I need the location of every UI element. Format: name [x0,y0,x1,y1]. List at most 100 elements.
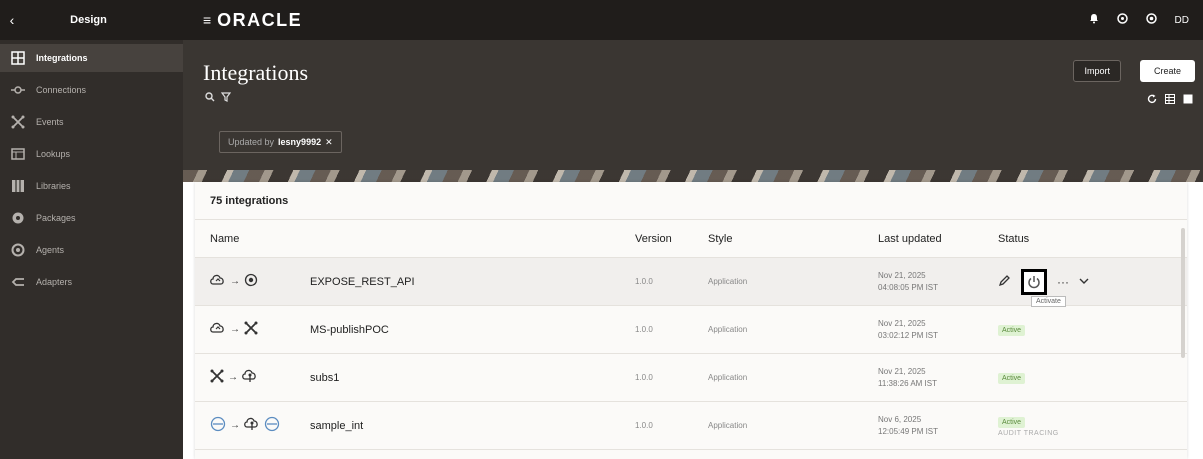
table-row[interactable]: → subs1 1.0.0 Application Nov 21, 2025 1… [195,354,1187,402]
sidebar-item-lookups[interactable]: Lookups [0,140,183,168]
page-header: Integrations Updated by lesny9992 ✕ Impo… [183,40,1203,182]
cloud-connection-icon [242,369,258,386]
rest-trigger-icon [210,273,226,290]
integration-version: 1.0.0 [635,325,653,334]
sidebar-item-label: Connections [36,85,87,95]
status-badge: Active [998,416,1026,428]
sidebar-title: Design [70,14,107,26]
packages-icon [10,210,26,226]
sidebar-item-libraries[interactable]: Libraries [0,172,183,200]
view-tools [1147,94,1193,107]
event-icon [210,369,224,386]
back-chevron-icon[interactable]: ‹ [0,12,24,28]
filter-chip: Updated by lesny9992 ✕ [219,131,342,153]
lookups-icon [10,146,26,162]
sidebar-item-label: Integrations [36,53,88,63]
app-root: ‹ Design Integrations Connections Events [0,0,1203,459]
create-button[interactable]: Create [1139,60,1195,82]
sidebar-item-connections[interactable]: Connections [0,76,183,104]
table-header: Name Version Style Last updated Status [195,220,1187,258]
sidebar-item-label: Events [36,117,64,127]
integration-name[interactable]: EXPOSE_REST_API [310,276,415,288]
sidebar: ‹ Design Integrations Connections Events [0,0,183,459]
integrations-icon [10,50,26,66]
help-icon[interactable] [1116,13,1128,27]
integration-style: Application [708,373,748,382]
integration-name[interactable]: sample_int [310,420,363,432]
status-badge: Active [998,373,1026,384]
last-updated: Nov 21, 2025 11:38:26 AM IST [878,366,937,388]
sidebar-item-label: Adapters [36,277,73,287]
table-row[interactable]: → sample_int 1.0.0 Application Nov 6, 20… [195,402,1187,450]
arrow-icon: → [230,420,240,431]
header-tools [205,92,232,105]
integration-style: Application [708,277,748,286]
chevron-down-icon[interactable] [1079,276,1089,287]
more-options-icon[interactable]: ··· [1057,275,1069,289]
integration-pattern: → [210,273,310,290]
table-row[interactable]: → EXPOSE_REST_API 1.0.0 Application Nov … [195,258,1187,307]
column-header-version[interactable]: Version [635,233,708,245]
schedule-icon [264,416,280,435]
audit-tracing-label: AUDIT TRACING [998,429,1059,437]
list-view-icon[interactable] [1165,94,1175,107]
integration-version: 1.0.0 [635,373,653,382]
sidebar-item-events[interactable]: Events [0,108,183,136]
target-icon [244,273,258,290]
integration-pattern: → [210,321,310,338]
notification-icon[interactable] [1089,13,1099,27]
sidebar-item-label: Lookups [36,149,71,159]
integration-version: 1.0.0 [635,277,653,286]
grid-view-icon[interactable] [1183,94,1193,107]
activate-tooltip: Activate [1031,295,1066,307]
integration-version: 1.0.0 [635,421,653,430]
sidebar-header: ‹ Design [0,0,183,40]
integration-name[interactable]: subs1 [310,372,339,384]
sidebar-item-label: Packages [36,213,76,223]
sidebar-item-packages[interactable]: Packages [0,204,183,232]
column-header-last-updated[interactable]: Last updated [878,233,998,245]
libraries-icon [10,178,26,194]
close-icon[interactable]: ✕ [325,137,333,148]
last-updated: Nov 21, 2025 03:02:12 PM IST [878,318,939,340]
integration-name[interactable]: MS-publishPOC [310,324,389,336]
search-icon[interactable] [205,92,215,105]
sidebar-item-agents[interactable]: Agents [0,236,183,264]
page-title: Integrations [203,60,309,85]
cloud-connection-icon [244,417,260,434]
top-bar: ≡ ORACLE DD [183,0,1203,40]
table-row[interactable]: → MS-publishPOC 1.0.0 Application Nov 21… [195,306,1187,354]
last-updated: Nov 21, 2025 04:08:05 PM IST [878,270,939,292]
last-updated: Nov 6, 2025 12:05:49 PM IST [878,414,939,436]
header-decoration [183,170,1203,182]
filter-chip-value: lesny9992 [278,137,322,147]
integration-style: Application [708,421,748,430]
scrollbar[interactable] [1181,228,1185,358]
sidebar-item-label: Agents [36,245,65,255]
filter-chip-label: Updated by [228,137,275,147]
settings-icon[interactable] [1145,13,1157,27]
event-icon [244,321,258,338]
edit-icon[interactable] [998,274,1011,290]
column-header-name[interactable]: Name [195,233,635,245]
integration-pattern: → [210,369,310,386]
refresh-icon[interactable] [1147,94,1157,107]
activate-power-icon[interactable] [1021,268,1047,295]
sidebar-item-adapters[interactable]: Adapters [0,268,183,296]
integrations-table: 75 integrations Name Version Style Last … [195,182,1187,459]
column-header-status[interactable]: Status [998,233,1187,245]
integration-pattern: → [210,416,310,435]
integration-style: Application [708,325,748,334]
sidebar-item-label: Libraries [36,181,71,191]
filter-icon[interactable] [220,92,232,105]
integrations-count: 75 integrations [195,182,1187,220]
oracle-logo: ORACLE [217,9,303,30]
arrow-icon: → [230,324,240,335]
agents-icon [10,242,26,258]
menu-icon[interactable]: ≡ [203,12,211,28]
import-button[interactable]: Import [1073,60,1121,82]
user-avatar[interactable]: DD [1175,15,1189,26]
sidebar-item-integrations[interactable]: Integrations [0,44,183,72]
column-header-style[interactable]: Style [708,233,878,245]
top-actions: DD [1089,13,1203,27]
